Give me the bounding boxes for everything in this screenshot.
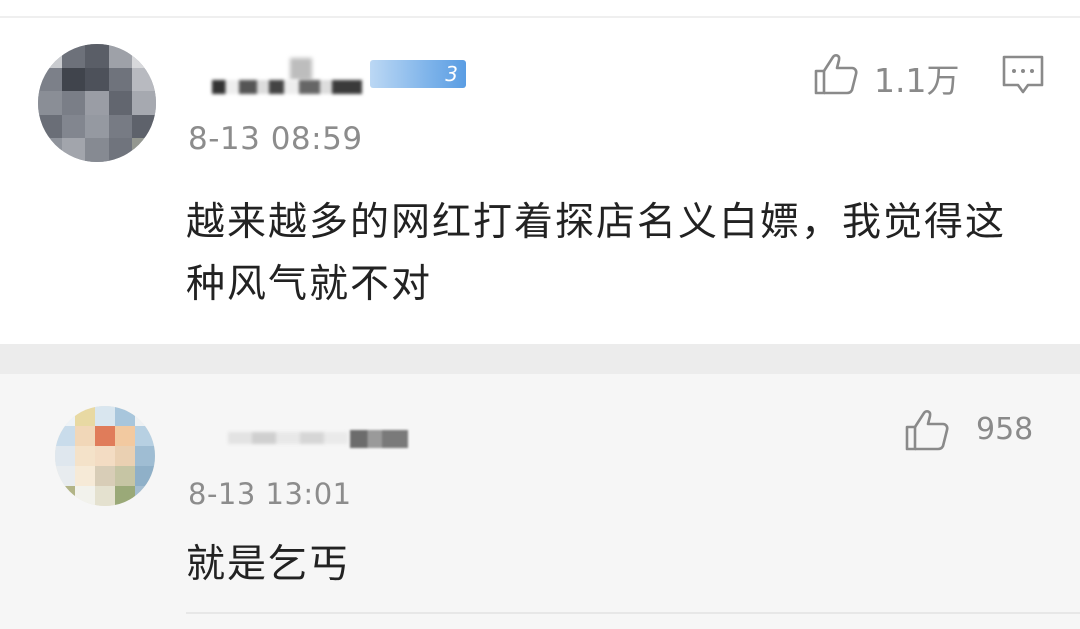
username-blurred[interactable] bbox=[350, 430, 408, 448]
like-count: 958 bbox=[976, 412, 1034, 447]
user-level-badge: 3 bbox=[370, 60, 466, 88]
thumbs-up-icon[interactable] bbox=[813, 52, 859, 96]
reply-text: 就是乞丐 bbox=[186, 542, 351, 587]
comment-text: 越来越多的网红打着探店名义白嫖，我觉得这种风气就不对 bbox=[186, 200, 1007, 307]
like-count: 1.1万 bbox=[874, 61, 960, 100]
comment-timestamp: 8-13 08:59 bbox=[188, 121, 363, 157]
user-avatar[interactable] bbox=[38, 44, 156, 162]
thumbs-up-icon[interactable] bbox=[904, 408, 950, 452]
reply-timestamp: 8-13 13:01 bbox=[188, 477, 352, 511]
comment-bubble-icon[interactable] bbox=[1000, 54, 1046, 96]
username-blurred[interactable] bbox=[228, 432, 348, 444]
reply-divider bbox=[186, 612, 1080, 614]
user-avatar[interactable] bbox=[55, 406, 155, 506]
username-blurred[interactable] bbox=[290, 58, 312, 80]
username-blurred[interactable] bbox=[212, 80, 362, 94]
section-gap bbox=[0, 344, 1080, 374]
